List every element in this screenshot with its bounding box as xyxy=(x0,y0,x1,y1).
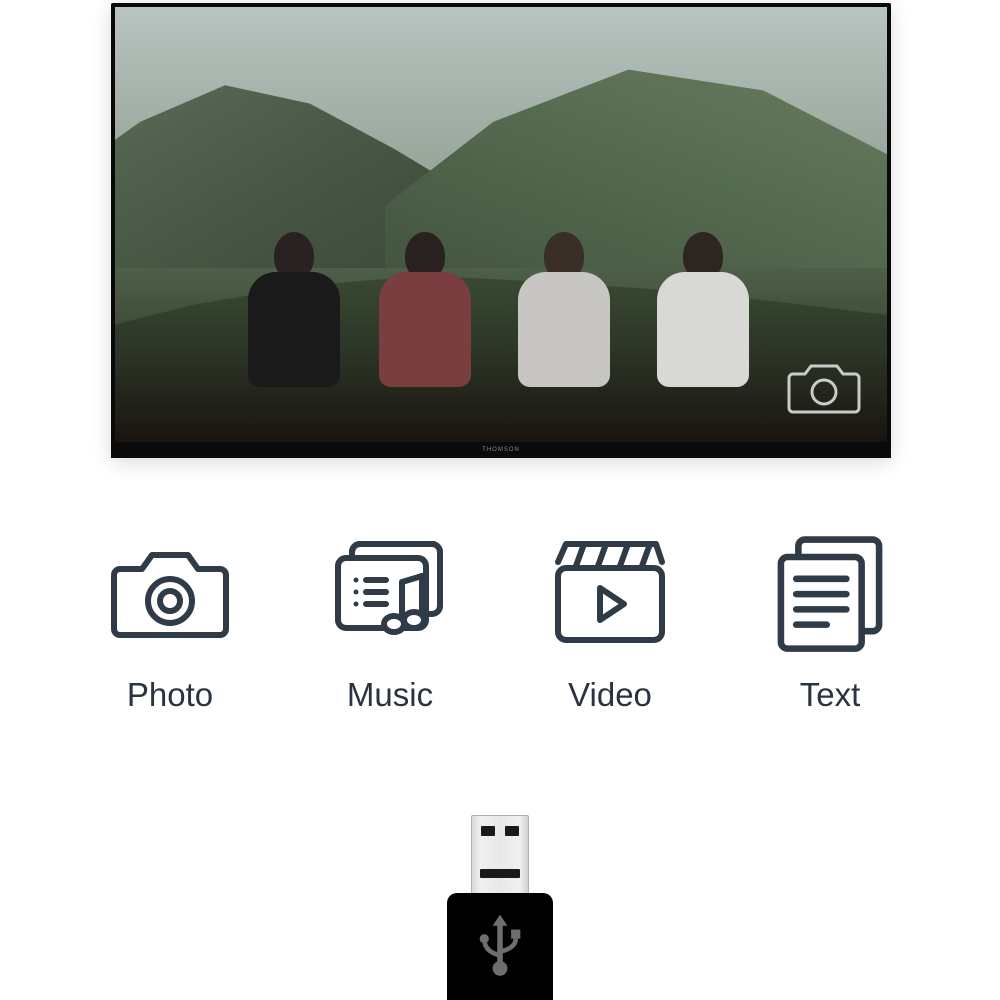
person-silhouette xyxy=(509,232,619,407)
usb-icon xyxy=(472,911,528,985)
media-label: Text xyxy=(800,676,861,714)
media-item-video[interactable]: Video xyxy=(550,538,670,714)
media-label: Photo xyxy=(127,676,213,714)
music-icon xyxy=(330,538,450,648)
usb-body xyxy=(447,893,553,1000)
usb-connector xyxy=(471,815,529,897)
media-item-photo[interactable]: Photo xyxy=(110,538,230,714)
usb-drive xyxy=(447,815,553,1000)
camera-icon xyxy=(787,360,861,416)
person-silhouette xyxy=(239,232,349,407)
tv-brand-label: THOMSON xyxy=(111,442,891,458)
brand-text: THOMSON xyxy=(482,447,520,453)
media-label: Video xyxy=(568,676,652,714)
video-icon xyxy=(550,538,670,648)
photo-icon xyxy=(110,538,230,648)
person-silhouette xyxy=(648,232,758,407)
media-item-music[interactable]: Music xyxy=(330,538,450,714)
media-type-row: Photo Music xyxy=(0,538,1000,714)
media-label: Music xyxy=(347,676,433,714)
tv-frame: THOMSON xyxy=(111,3,891,458)
tv-screen xyxy=(115,7,887,442)
person-silhouette xyxy=(370,232,480,407)
text-icon xyxy=(770,538,890,648)
media-item-text[interactable]: Text xyxy=(770,538,890,714)
